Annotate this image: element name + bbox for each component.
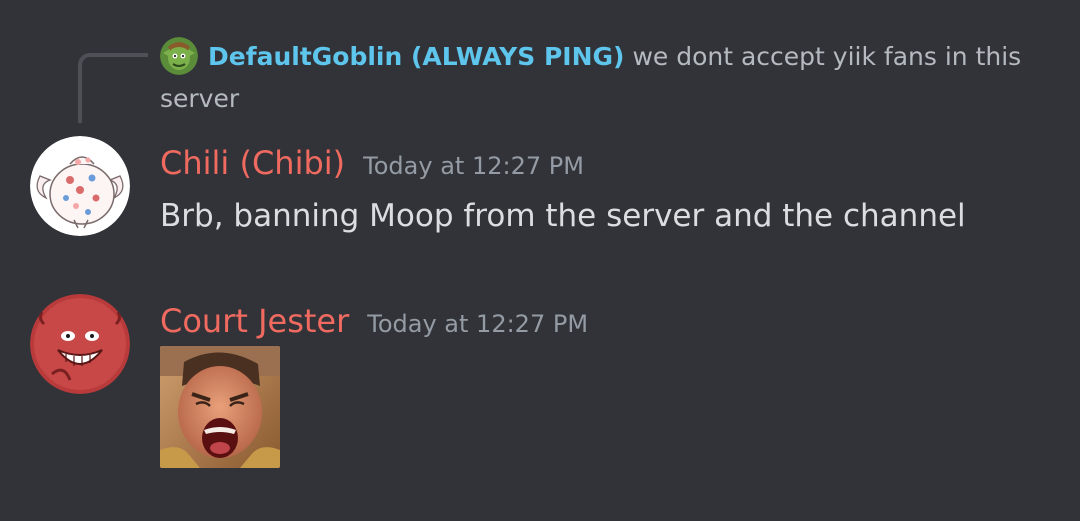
message-content: Brb, banning Moop from the server and th… xyxy=(160,198,966,234)
message-timestamp[interactable]: Today at 12:27 PM xyxy=(367,310,588,338)
reply-spine xyxy=(78,53,148,123)
reply-author[interactable]: DefaultGoblin (ALWAYS PING) xyxy=(208,42,624,71)
jester-avatar-icon[interactable] xyxy=(30,294,130,394)
message-timestamp[interactable]: Today at 12:27 PM xyxy=(363,152,584,180)
togepi-avatar-icon[interactable] xyxy=(30,136,130,236)
message-author[interactable]: Chili (Chibi) xyxy=(160,144,345,182)
message-author[interactable]: Court Jester xyxy=(160,302,349,340)
message-header: Chili (Chibi) Today at 12:27 PM xyxy=(160,144,584,182)
message-header: Court Jester Today at 12:27 PM xyxy=(160,302,588,340)
screaming-man-image[interactable] xyxy=(160,346,280,468)
reply-preview[interactable]: DefaultGoblin (ALWAYS PING) we dont acce… xyxy=(160,36,1040,120)
